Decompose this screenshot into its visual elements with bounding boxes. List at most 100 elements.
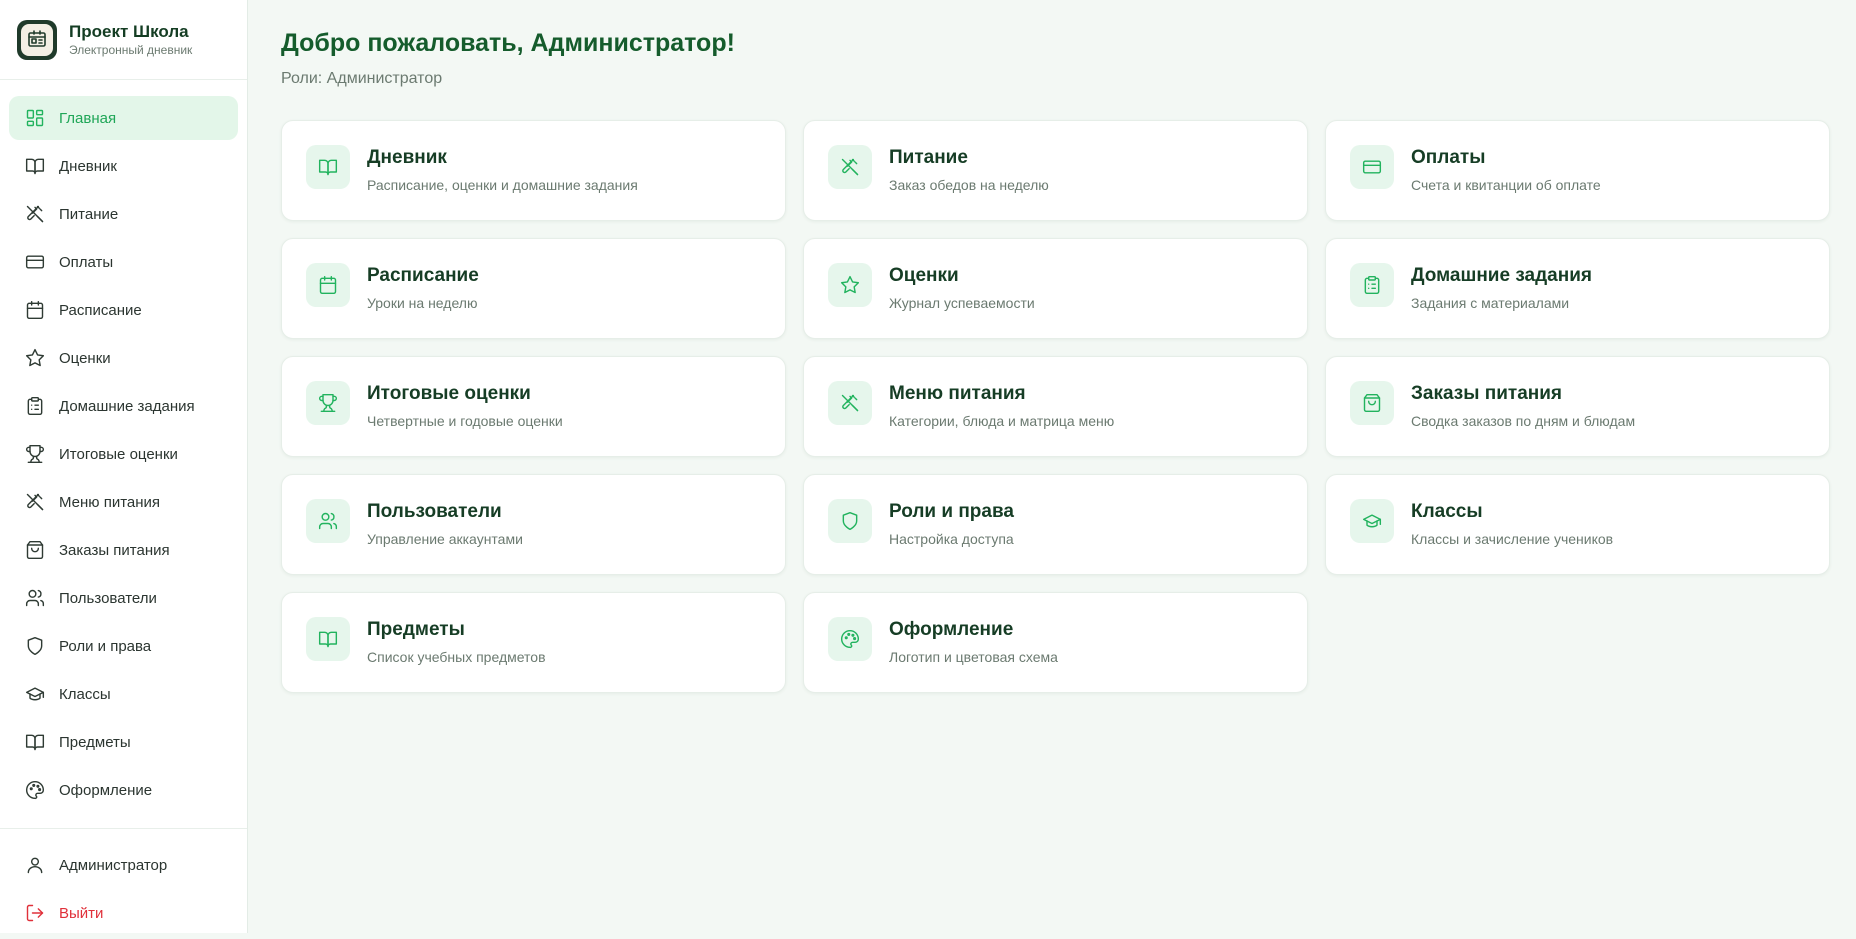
sidebar-item-label: Расписание [59, 301, 142, 319]
sidebar-item-label: Дневник [59, 157, 117, 175]
school-logo-icon [17, 19, 57, 60]
star-icon [25, 348, 45, 368]
card-title: Предметы [367, 619, 465, 640]
sidebar-item-label: Заказы питания [59, 541, 170, 559]
card-description: Настройка доступа [889, 531, 1014, 547]
dashboard-card[interactable]: Классы Классы и зачисление учеников [1325, 474, 1830, 575]
sidebar-item-5[interactable]: Оценки [9, 336, 238, 380]
sidebar-item-4[interactable]: Расписание [9, 288, 238, 332]
sidebar-item-7[interactable]: Итоговые оценки [9, 432, 238, 476]
card-description: Заказ обедов на неделю [889, 177, 1049, 193]
dashboard-card[interactable]: Оформление Логотип и цветовая схема [803, 592, 1308, 693]
dashboard-card[interactable]: Домашние задания Задания с материалами [1325, 238, 1830, 339]
credit-card-icon [1350, 145, 1394, 189]
card-title: Оформление [889, 619, 1014, 640]
card-description: Список учебных предметов [367, 649, 546, 665]
dashboard-card[interactable]: Меню питания Категории, блюда и матрица м… [803, 356, 1308, 457]
brand-title: Проект Школа [69, 21, 189, 41]
card-description: Управление аккаунтами [367, 531, 523, 547]
utensils-icon [828, 381, 872, 425]
graduation-cap-icon [1350, 499, 1394, 543]
sidebar-footer: Администратор Выйти [0, 828, 247, 939]
card-title: Домашние задания [1411, 265, 1592, 286]
brand: Проект Школа Электронный дневник [0, 0, 247, 80]
palette-icon [25, 780, 45, 800]
sidebar-item-label: Главная [59, 109, 117, 127]
utensils-icon [25, 492, 45, 512]
sidebar-item-label: Итоговые оценки [59, 445, 178, 463]
sidebar-item-label: Классы [59, 685, 111, 703]
dashboard-card[interactable]: Роли и права Настройка доступа [803, 474, 1308, 575]
dashboard-icon [25, 108, 45, 128]
utensils-icon [828, 145, 872, 189]
sidebar-item-label: Оформление [59, 781, 153, 799]
sidebar-item-3[interactable]: Оплаты [9, 240, 238, 284]
card-title: Классы [1411, 501, 1483, 522]
sidebar-item-12[interactable]: Классы [9, 672, 238, 716]
dashboard-card[interactable]: Оплаты Счета и квитанции об оплате [1325, 120, 1830, 221]
dashboard-card[interactable]: Итоговые оценки Четвертные и годовые оцен… [281, 356, 786, 457]
card-description: Расписание, оценки и домашние задания [367, 177, 638, 193]
utensils-icon [25, 204, 45, 224]
sidebar-item-9[interactable]: Заказы питания [9, 528, 238, 572]
sidebar-item-1[interactable]: Дневник [9, 144, 238, 188]
card-title: Роли и права [889, 501, 1014, 522]
book-icon [306, 617, 350, 661]
clipboard-icon [1350, 263, 1394, 307]
card-title: Питание [889, 147, 968, 168]
dashboard-card[interactable]: Пользователи Управление аккаунтами [281, 474, 786, 575]
sidebar-item-label: Пользователи [59, 589, 157, 607]
trophy-icon [306, 381, 350, 425]
sidebar-item-11[interactable]: Роли и права [9, 624, 238, 668]
calendar-icon [306, 263, 350, 307]
logout-icon [25, 903, 45, 923]
sidebar-nav: Главная Дневник Питание Оплаты Расписание Оце… [0, 80, 247, 812]
dashboard-card[interactable]: Дневник Расписание, оценки и домашние зад… [281, 120, 786, 221]
dashboard-card[interactable]: Расписание Уроки на неделю [281, 238, 786, 339]
sidebar-item-13[interactable]: Предметы [9, 720, 238, 764]
logout-label: Выйти [59, 904, 104, 922]
card-title: Расписание [367, 265, 479, 286]
card-description: Четвертные и годовые оценки [367, 413, 563, 429]
sidebar-item-0[interactable]: Главная [9, 96, 238, 140]
dashboard-card[interactable]: Оценки Журнал успеваемости [803, 238, 1308, 339]
shopping-bag-icon [1350, 381, 1394, 425]
user-icon [25, 855, 45, 875]
card-description: Логотип и цветовая схема [889, 649, 1058, 665]
sidebar-item-label: Оплаты [59, 253, 114, 271]
graduation-cap-icon [25, 684, 45, 704]
credit-card-icon [25, 252, 45, 272]
sidebar-item-label: Меню питания [59, 493, 161, 511]
star-icon [828, 263, 872, 307]
card-title: Оплаты [1411, 147, 1486, 168]
book-icon [306, 145, 350, 189]
dashboard-card[interactable]: Предметы Список учебных предметов [281, 592, 786, 693]
sidebar-item-14[interactable]: Оформление [9, 768, 238, 812]
card-description: Журнал успеваемости [889, 295, 1035, 311]
card-title: Пользователи [367, 501, 502, 522]
trophy-icon [25, 444, 45, 464]
page-title: Добро пожаловать, Администратор! [281, 29, 735, 57]
clipboard-icon [25, 396, 45, 416]
card-description: Классы и зачисление учеников [1411, 531, 1614, 547]
logout-button[interactable]: Выйти [9, 891, 238, 935]
palette-icon [828, 617, 872, 661]
profile-button[interactable]: Администратор [9, 843, 238, 887]
sidebar-item-2[interactable]: Питание [9, 192, 238, 236]
book-icon [25, 732, 45, 752]
profile-label: Администратор [59, 856, 168, 874]
brand-subtitle: Электронный дневник [69, 42, 193, 57]
dashboard-card[interactable]: Питание Заказ обедов на неделю [803, 120, 1308, 221]
dashboard-grid: Дневник Расписание, оценки и домашние зад… [281, 120, 1830, 693]
card-description: Задания с материалами [1411, 295, 1570, 311]
sidebar-item-label: Роли и права [59, 637, 152, 655]
shopping-bag-icon [25, 540, 45, 560]
card-title: Меню питания [889, 383, 1026, 404]
sidebar-item-8[interactable]: Меню питания [9, 480, 238, 524]
sidebar-item-label: Предметы [59, 733, 131, 751]
sidebar-item-10[interactable]: Пользователи [9, 576, 238, 620]
user-roles: Роли: Администратор [281, 70, 443, 87]
users-icon [25, 588, 45, 608]
dashboard-card[interactable]: Заказы питания Сводка заказов по дням и б… [1325, 356, 1830, 457]
sidebar-item-6[interactable]: Домашние задания [9, 384, 238, 428]
